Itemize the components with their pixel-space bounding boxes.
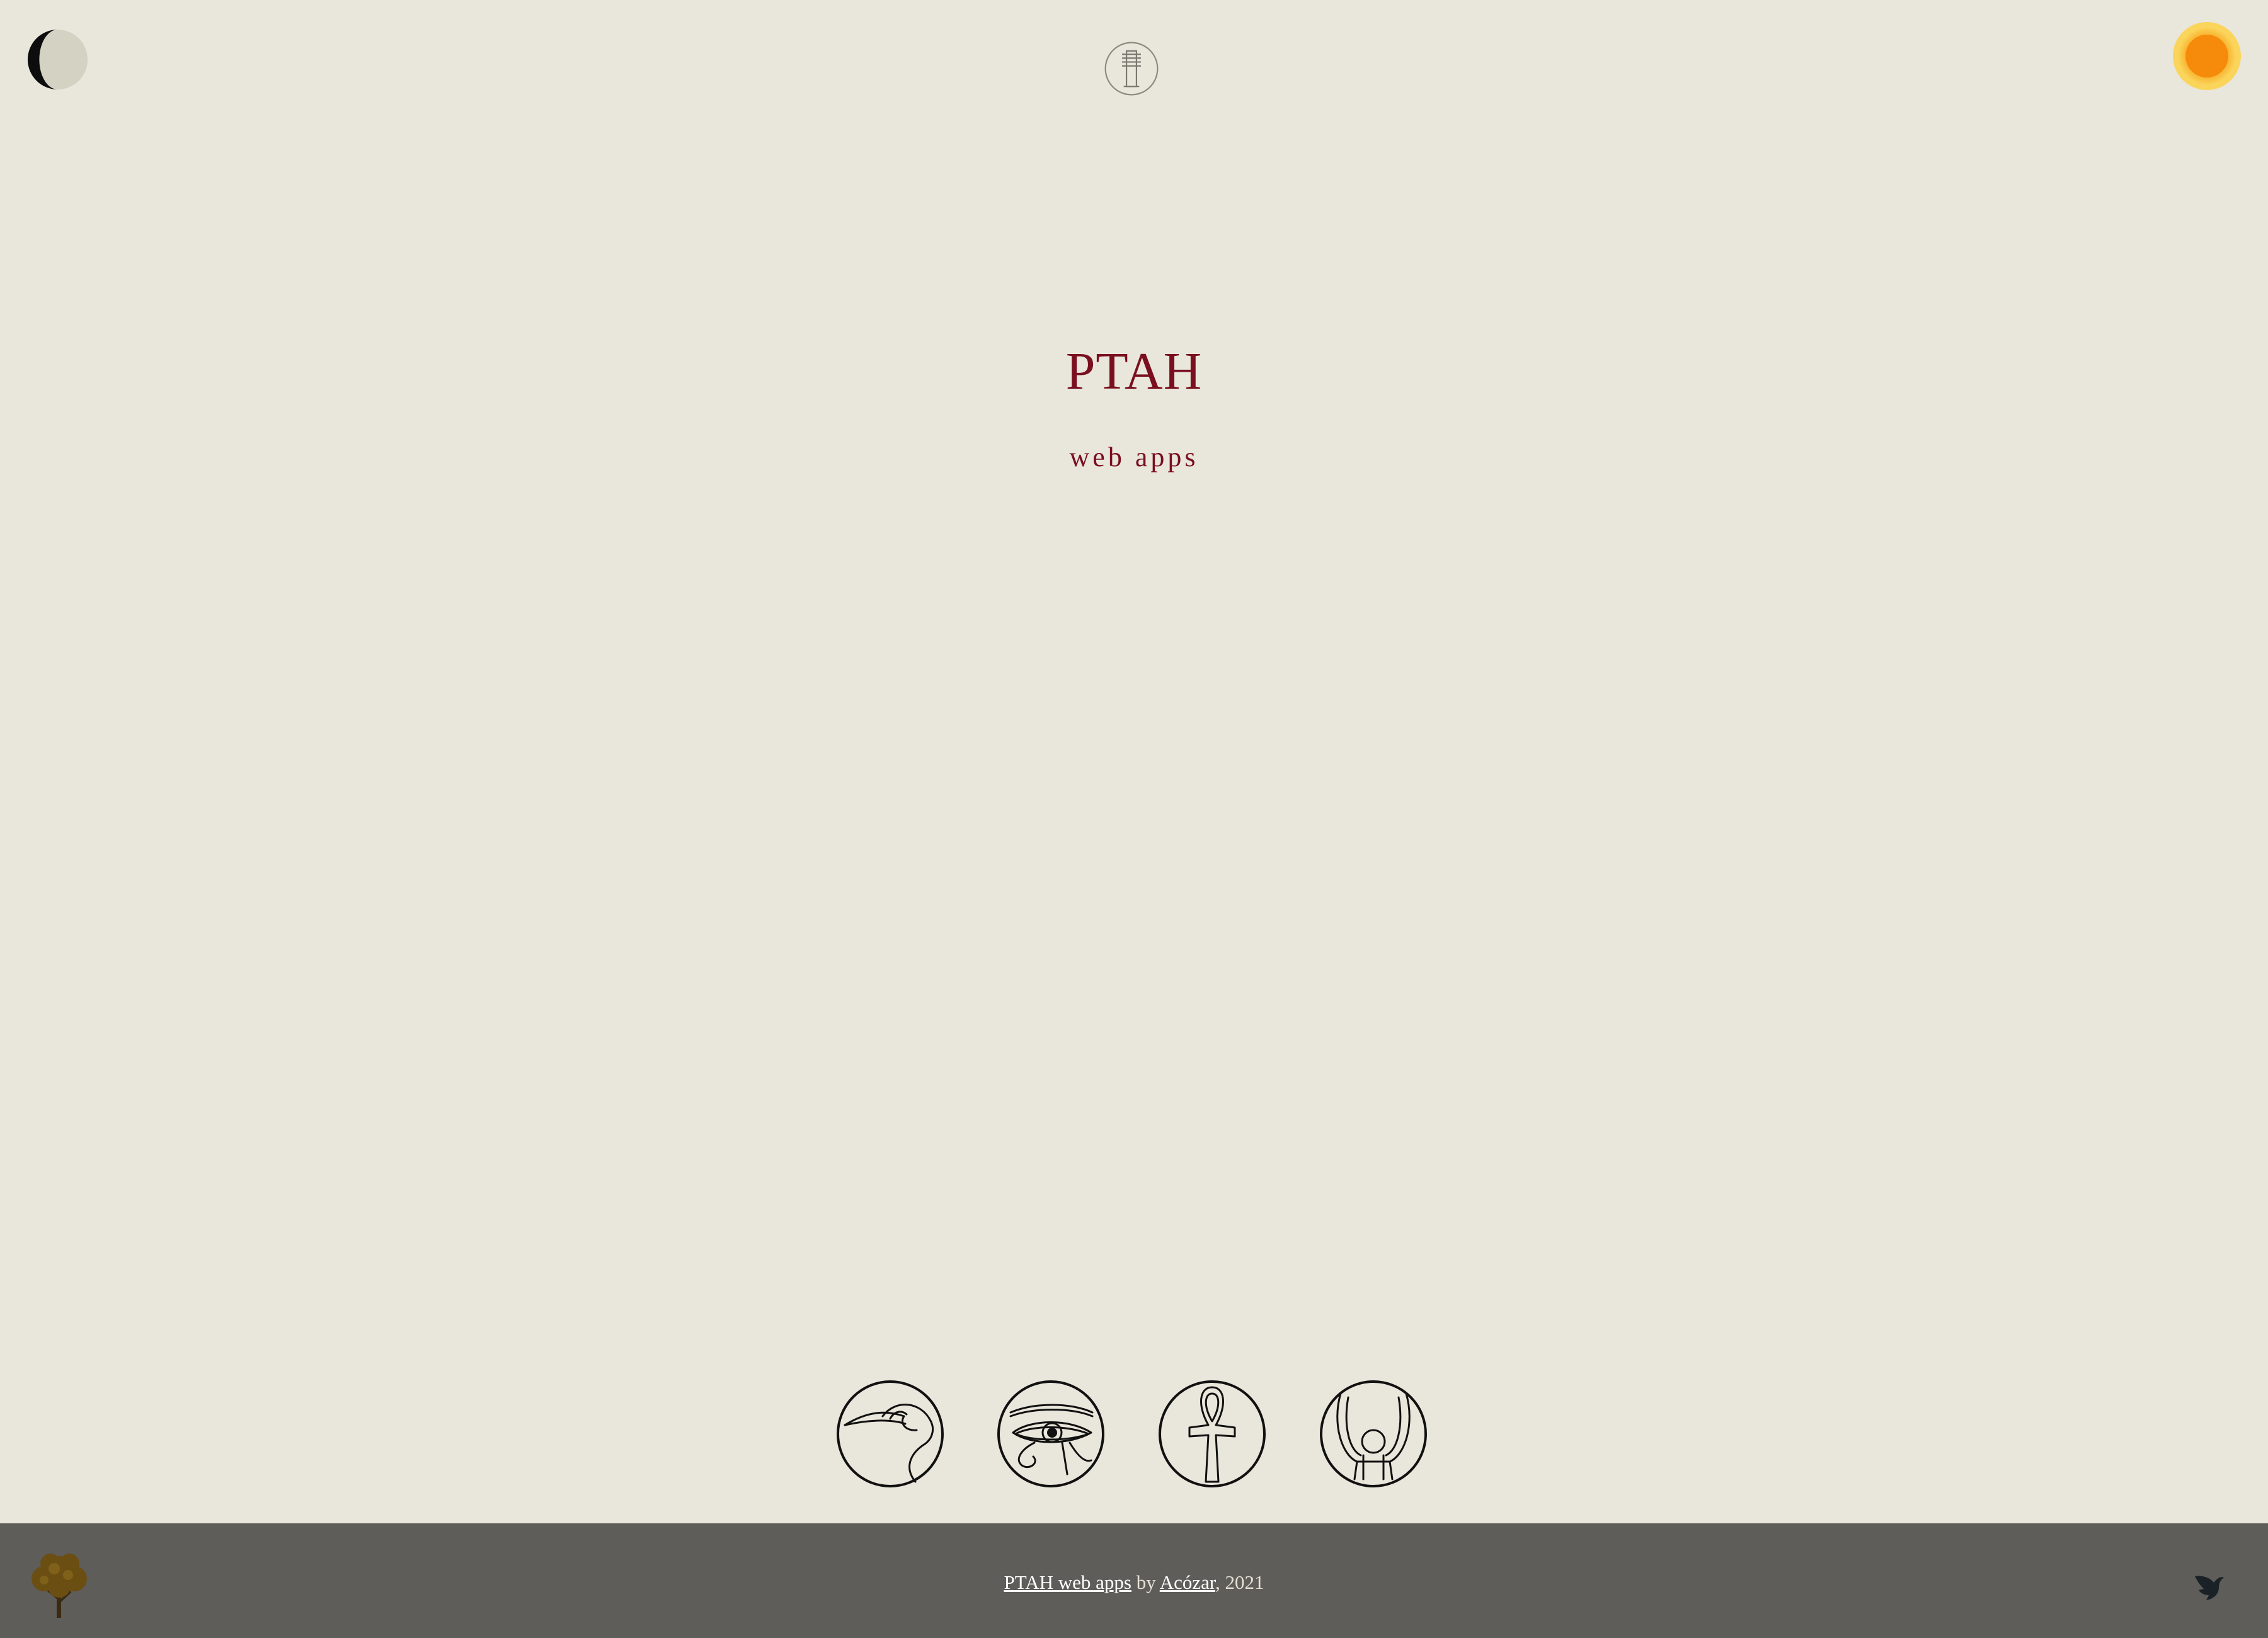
ibis-icon[interactable] <box>836 1380 944 1488</box>
ankh-icon[interactable] <box>1158 1380 1266 1488</box>
sun-icon[interactable] <box>2172 21 2242 91</box>
bird-icon[interactable] <box>2191 1569 2225 1603</box>
crescent-moon-icon[interactable] <box>27 29 88 90</box>
hathor-crown-icon[interactable] <box>1319 1380 1428 1488</box>
footer: PTAH web apps by Acózar, 2021 <box>0 1523 2268 1638</box>
djed-pillar-icon[interactable] <box>1104 41 1159 96</box>
by-text: by <box>1131 1571 1160 1593</box>
author-link[interactable]: Acózar <box>1160 1571 1215 1593</box>
footer-credits: PTAH web apps by Acózar, 2021 <box>0 1572 2268 1592</box>
page: PTAH web apps PTAH web apps by Acózar, 2… <box>0 0 2268 1638</box>
app-icons-row <box>835 1380 1433 1489</box>
page-subtitle: web apps <box>1069 442 1199 472</box>
eye-of-horus-icon[interactable] <box>997 1380 1105 1488</box>
page-title: PTAH <box>1065 342 1203 401</box>
site-link[interactable]: PTAH web apps <box>1004 1571 1131 1593</box>
year-text: , 2021 <box>1215 1571 1264 1593</box>
